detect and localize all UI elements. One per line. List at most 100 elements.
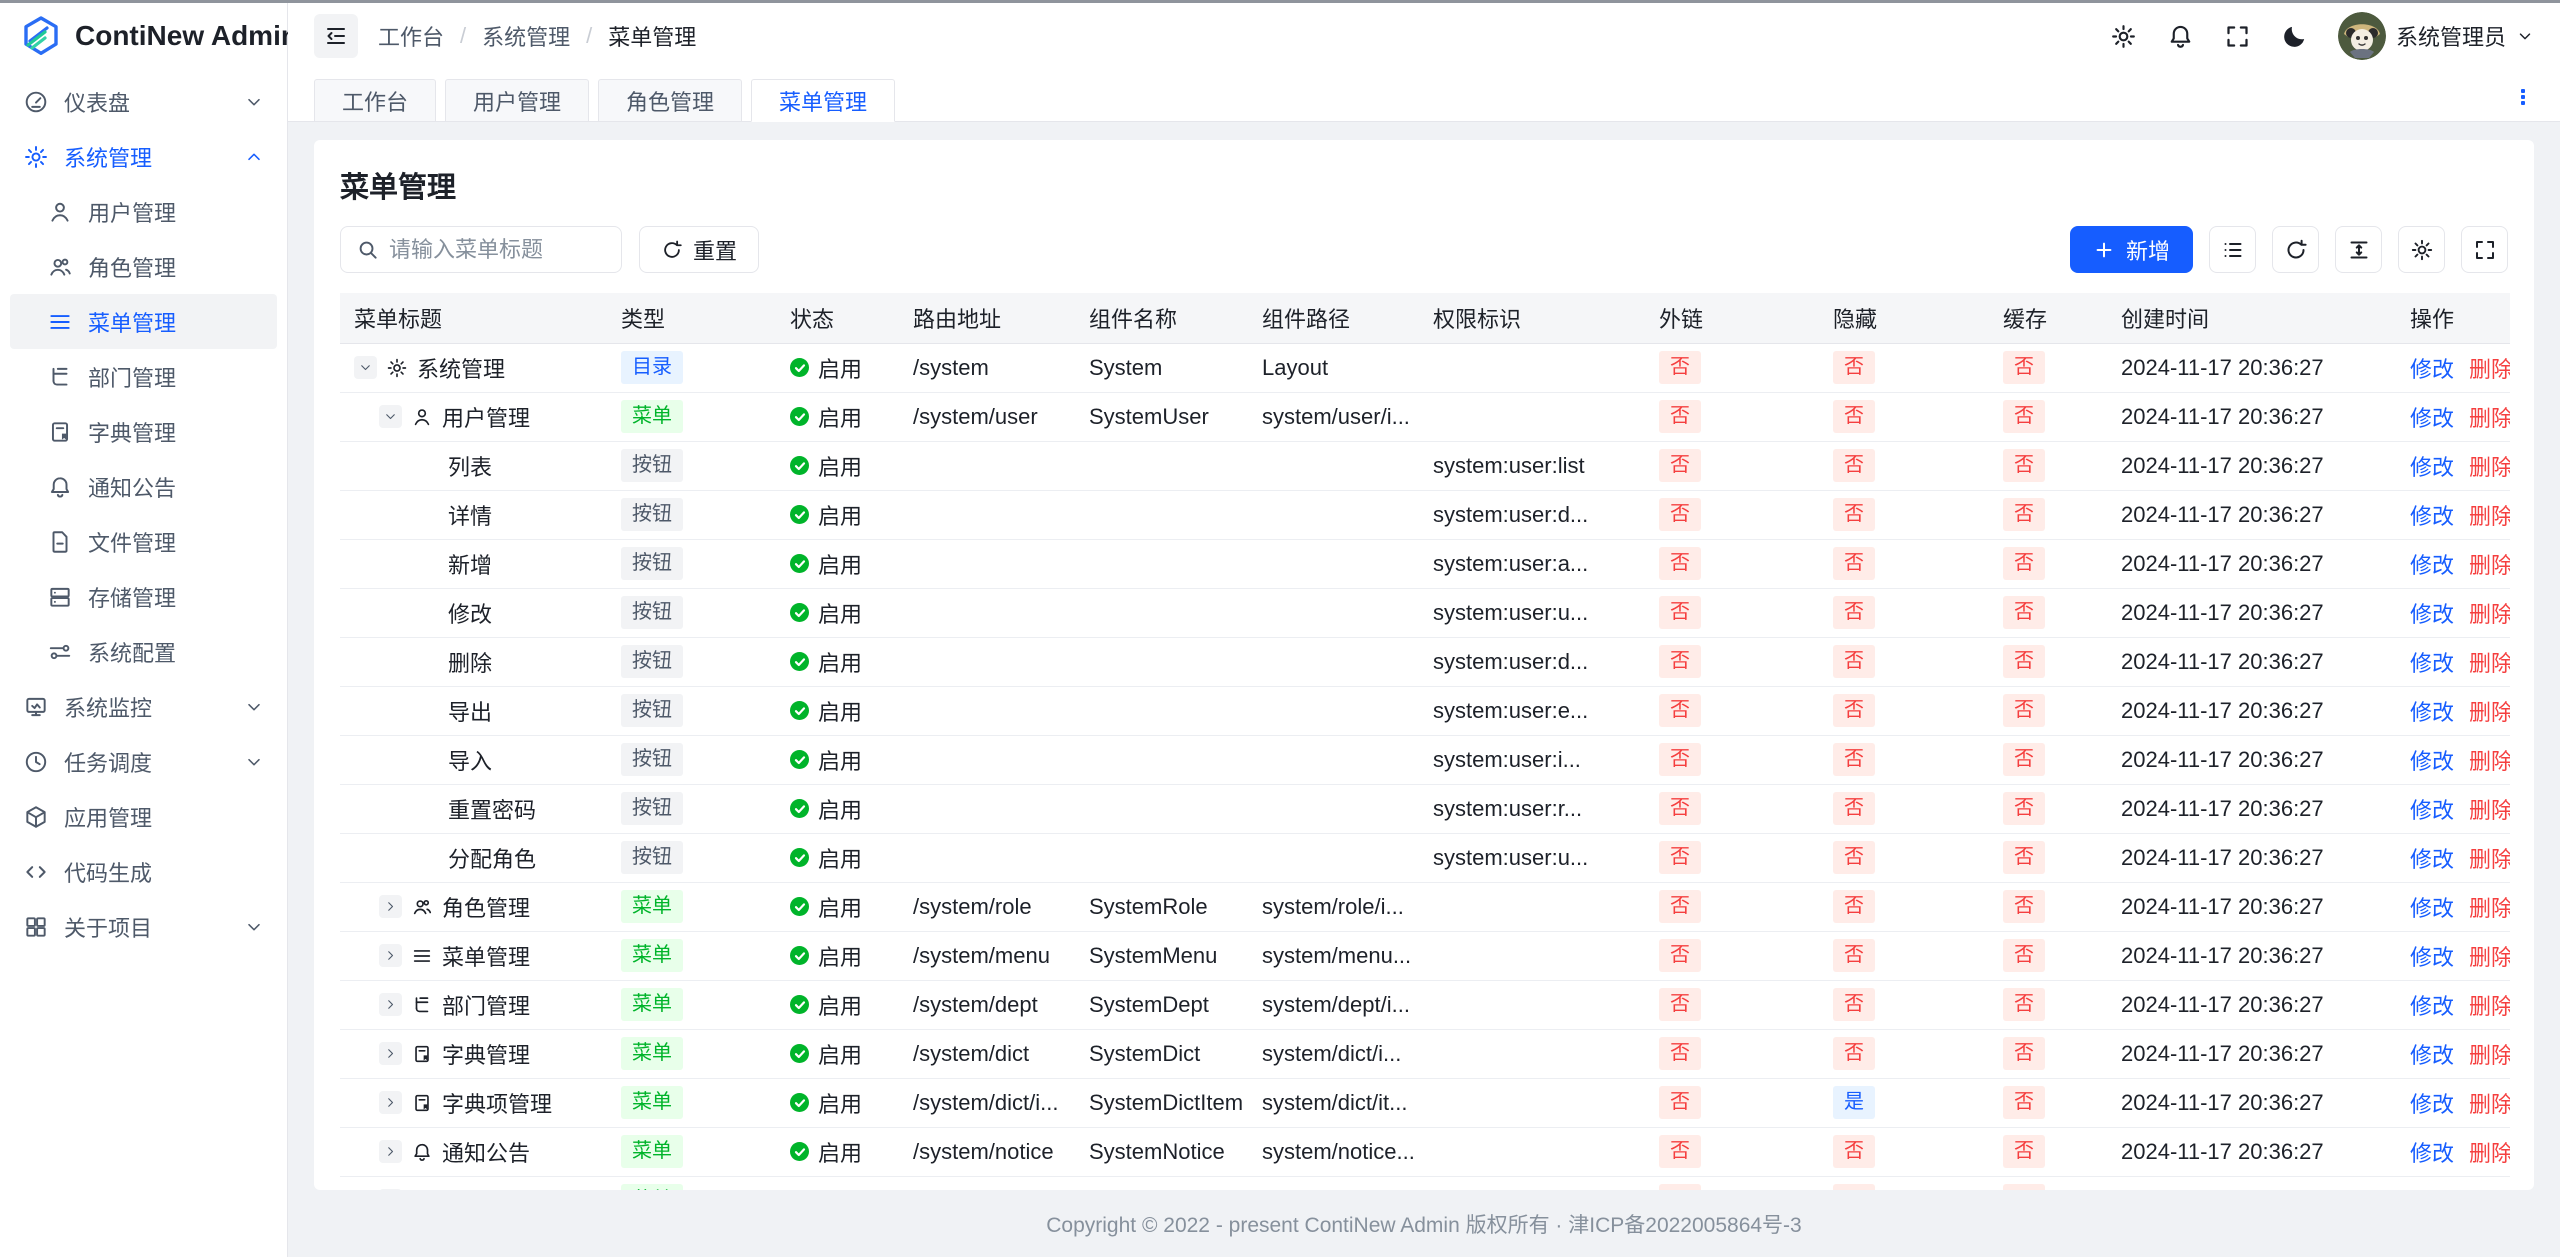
sidebar-item-仪表盘[interactable]: 仪表盘: [10, 74, 277, 129]
refresh-table-button[interactable]: [2272, 226, 2319, 273]
delete-link[interactable]: 删除: [2469, 1141, 2510, 1166]
fullscreen-icon[interactable]: [2224, 23, 2251, 50]
tree-toggle-expand[interactable]: [379, 1042, 402, 1065]
tab-角色管理[interactable]: 角色管理: [598, 79, 742, 122]
sidebar-item-存储管理[interactable]: 存储管理: [10, 569, 277, 624]
delete-link[interactable]: 删除: [2469, 896, 2510, 921]
edit-link[interactable]: 修改: [2410, 504, 2454, 529]
delete-link[interactable]: 删除: [2469, 651, 2510, 676]
notifications-bell-icon[interactable]: [2167, 23, 2194, 50]
badge-no: 否: [1659, 400, 1701, 433]
tree-toggle-collapse[interactable]: [354, 356, 377, 379]
breadcrumb-item-workbench[interactable]: 工作台: [378, 20, 444, 52]
tree-toggle-expand[interactable]: [379, 895, 402, 918]
menu-management-card: 菜单管理 重置: [314, 140, 2534, 1190]
delete-link[interactable]: 删除: [2469, 504, 2510, 529]
tree-toggle-expand[interactable]: [379, 944, 402, 967]
breadcrumb-item-system[interactable]: 系统管理: [482, 20, 570, 52]
created-time: 2024-11-17 20:36:27: [2107, 588, 2396, 637]
tab-工作台[interactable]: 工作台: [314, 79, 436, 122]
edit-link[interactable]: 修改: [2410, 749, 2454, 774]
delete-link[interactable]: 删除: [2469, 357, 2510, 382]
edit-link[interactable]: 修改: [2410, 798, 2454, 823]
sidebar-item-用户管理[interactable]: 用户管理: [10, 184, 277, 239]
delete-link[interactable]: 删除: [2469, 406, 2510, 431]
sidebar-item-系统监控[interactable]: 系统监控: [10, 679, 277, 734]
tab-菜单管理[interactable]: 菜单管理: [751, 79, 895, 122]
column-settings-button[interactable]: [2398, 226, 2445, 273]
type-badge: 按钮: [621, 449, 683, 482]
table-row: 文件管理菜单启用/system/fileSystemFilesystem/fil…: [340, 1176, 2510, 1190]
sidebar-item-系统配置[interactable]: 系统配置: [10, 624, 277, 679]
table-fullscreen-button[interactable]: [2461, 226, 2508, 273]
tree-toggle-expand[interactable]: [379, 1140, 402, 1163]
add-button[interactable]: 新增: [2070, 226, 2193, 273]
permission-key: [1419, 931, 1645, 980]
sidebar-item-label: 任务调度: [64, 746, 152, 778]
sidebar-item-菜单管理[interactable]: 菜单管理: [10, 294, 277, 349]
edit-link[interactable]: 修改: [2410, 1141, 2454, 1166]
column-header-创建时间: 创建时间: [2107, 293, 2396, 343]
delete-link[interactable]: 删除: [2469, 602, 2510, 627]
delete-link[interactable]: 删除: [2469, 994, 2510, 1019]
delete-link[interactable]: 删除: [2469, 945, 2510, 970]
edit-link[interactable]: 修改: [2410, 896, 2454, 921]
row-height-button[interactable]: [2335, 226, 2382, 273]
delete-link[interactable]: 删除: [2469, 700, 2510, 725]
menu-table: 菜单标题类型状态路由地址组件名称组件路径权限标识外链隐藏缓存创建时间操作 系统管…: [340, 293, 2510, 1190]
user-menu[interactable]: 系统管理员: [2338, 12, 2534, 60]
sidebar-collapse-button[interactable]: [314, 14, 358, 58]
edit-link[interactable]: 修改: [2410, 700, 2454, 725]
status-enabled-icon: [790, 1142, 809, 1161]
route-path: /system/menu: [899, 931, 1075, 980]
edit-link[interactable]: 修改: [2410, 455, 2454, 480]
edit-link[interactable]: 修改: [2410, 553, 2454, 578]
sidebar-item-系统管理[interactable]: 系统管理: [10, 129, 277, 184]
badge-no: 否: [1659, 1037, 1701, 1070]
edit-link[interactable]: 修改: [2410, 1043, 2454, 1068]
sidebar-item-任务调度[interactable]: 任务调度: [10, 734, 277, 789]
component-name: [1075, 588, 1248, 637]
delete-link[interactable]: 删除: [2469, 1043, 2510, 1068]
delete-link[interactable]: 删除: [2469, 553, 2510, 578]
edit-link[interactable]: 修改: [2410, 651, 2454, 676]
status-label: 启用: [818, 1136, 862, 1168]
tab-actions-dots-icon[interactable]: [2512, 86, 2534, 108]
sidebar-item-代码生成[interactable]: 代码生成: [10, 844, 277, 899]
tree-toggle-expand[interactable]: [379, 1091, 402, 1114]
search-input[interactable]: [389, 237, 606, 263]
reset-button[interactable]: 重置: [639, 226, 759, 273]
tab-用户管理[interactable]: 用户管理: [445, 79, 589, 122]
avatar[interactable]: [2338, 12, 2386, 60]
edit-link[interactable]: 修改: [2410, 847, 2454, 872]
edit-link[interactable]: 修改: [2410, 357, 2454, 382]
edit-link[interactable]: 修改: [2410, 1092, 2454, 1117]
dark-mode-moon-icon[interactable]: [2281, 23, 2308, 50]
badge-no: 否: [1833, 1037, 1875, 1070]
badge-no: 否: [1833, 792, 1875, 825]
sidebar-item-角色管理[interactable]: 角色管理: [10, 239, 277, 294]
sidebar-item-部门管理[interactable]: 部门管理: [10, 349, 277, 404]
chevron-down-icon: [244, 697, 264, 717]
edit-link[interactable]: 修改: [2410, 406, 2454, 431]
edit-link[interactable]: 修改: [2410, 994, 2454, 1019]
tree-toggle-expand[interactable]: [379, 993, 402, 1016]
sidebar-item-通知公告[interactable]: 通知公告: [10, 459, 277, 514]
sidebar-item-应用管理[interactable]: 应用管理: [10, 789, 277, 844]
edit-link[interactable]: 修改: [2410, 602, 2454, 627]
delete-link[interactable]: 删除: [2469, 455, 2510, 480]
badge-no: 否: [1659, 1086, 1701, 1119]
delete-link[interactable]: 删除: [2469, 798, 2510, 823]
status-label: 启用: [818, 352, 862, 384]
delete-link[interactable]: 删除: [2469, 847, 2510, 872]
view-list-button[interactable]: [2209, 226, 2256, 273]
delete-link[interactable]: 删除: [2469, 1092, 2510, 1117]
delete-link[interactable]: 删除: [2469, 749, 2510, 774]
tree-toggle-collapse[interactable]: [379, 405, 402, 428]
sidebar-item-字典管理[interactable]: 字典管理: [10, 404, 277, 459]
edit-link[interactable]: 修改: [2410, 945, 2454, 970]
sidebar-item-文件管理[interactable]: 文件管理: [10, 514, 277, 569]
settings-gear-icon[interactable]: [2110, 23, 2137, 50]
sidebar-item-关于项目[interactable]: 关于项目: [10, 899, 277, 954]
table-row: 字典管理菜单启用/system/dictSystemDictsystem/dic…: [340, 1029, 2510, 1078]
